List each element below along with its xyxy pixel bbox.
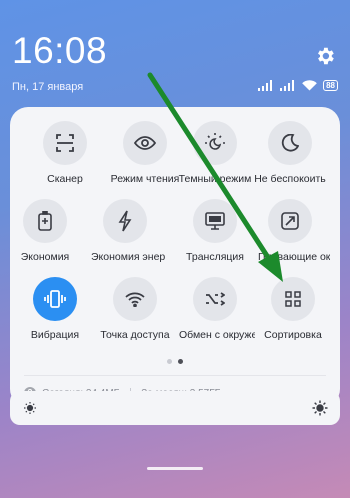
battery-icon: 88 — [323, 80, 338, 91]
tile-reading-mode[interactable]: Режим чтения — [105, 121, 185, 185]
brightness-high-icon — [312, 400, 328, 416]
home-indicator[interactable] — [147, 467, 203, 470]
floating-window-icon — [268, 199, 312, 243]
tile-label: Темный режим — [178, 173, 252, 185]
tile-label: Плавающие окна — [258, 251, 330, 263]
page-dot-active[interactable] — [178, 359, 183, 364]
tile-label: Экономия энергии — [91, 251, 165, 263]
divider — [24, 375, 326, 376]
tile-battery-saver[interactable]: Экономия — [5, 199, 85, 263]
cast-monitor-icon — [193, 199, 237, 243]
tile-dark-mode[interactable]: Темный режим — [175, 121, 255, 185]
tile-sort[interactable]: Сортировка — [253, 277, 333, 341]
grid-icon — [271, 277, 315, 321]
tile-floating-windows[interactable]: Плавающие окна — [250, 199, 330, 263]
gear-icon[interactable] — [314, 45, 336, 67]
tile-do-not-disturb[interactable]: Не беспокоить — [250, 121, 330, 185]
tile-label: Точка доступа — [100, 329, 170, 341]
nearby-share-icon — [193, 277, 237, 321]
tile-label: Сканер — [47, 173, 83, 185]
dark-mode-icon — [193, 121, 237, 165]
wifi-icon — [302, 80, 317, 91]
vibration-icon — [33, 277, 77, 321]
scanner-icon — [43, 121, 87, 165]
tile-cast[interactable]: Трансляция — [175, 199, 255, 263]
moon-icon — [268, 121, 312, 165]
eye-icon — [123, 121, 167, 165]
page-dot[interactable] — [167, 359, 172, 364]
signal-icon-2 — [280, 80, 295, 91]
tile-label: Вибрация — [30, 329, 80, 341]
brightness-low-icon — [24, 402, 36, 414]
status-area: 16:08 Пн, 17 января 88 — [0, 0, 350, 100]
quick-settings-panel: Сканер Режим чтения Темный режим Не бесп… — [10, 107, 340, 407]
brightness-slider[interactable] — [10, 391, 340, 425]
tile-label: Не беспокоить — [254, 173, 326, 185]
tile-label: Обмен с окружением — [179, 329, 255, 341]
tile-vibration[interactable]: Вибрация — [15, 277, 95, 341]
signal-icon — [258, 80, 273, 91]
system-icons: 88 — [258, 80, 338, 91]
tile-scanner[interactable]: Сканер — [25, 121, 105, 185]
tile-hotspot[interactable]: Точка доступа — [95, 277, 175, 341]
tile-label: Трансляция — [186, 251, 244, 263]
lightning-icon — [103, 199, 147, 243]
battery-saver-icon — [23, 199, 67, 243]
tile-nearby-share[interactable]: Обмен с окружением — [175, 277, 255, 341]
clock: 16:08 — [12, 30, 108, 71]
date: Пн, 17 января — [12, 81, 84, 93]
tile-label: Экономия — [20, 251, 70, 263]
tile-label: Режим чтения — [110, 173, 180, 185]
hotspot-icon — [113, 277, 157, 321]
page-indicator — [10, 359, 340, 364]
tile-label: Сортировка — [264, 329, 322, 341]
tile-power-saving[interactable]: Экономия энергии — [85, 199, 165, 263]
